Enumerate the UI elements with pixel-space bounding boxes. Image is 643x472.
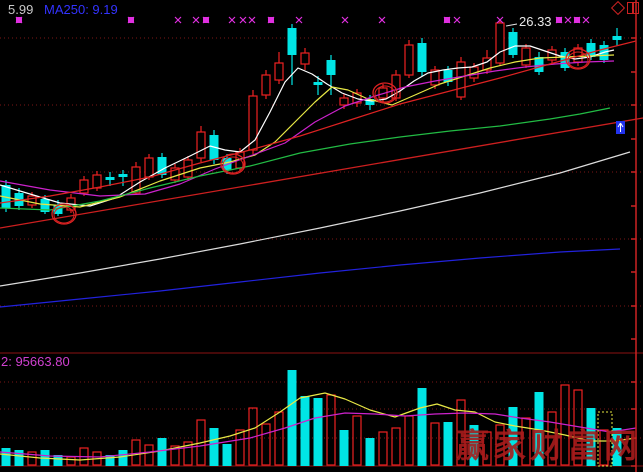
candle-body (80, 180, 88, 193)
volume-bar (210, 428, 219, 466)
volume-bar (15, 450, 24, 466)
signal-marker-icon (342, 17, 348, 23)
volume-bar (431, 423, 439, 465)
watermark-text: 赢家财富网 (456, 419, 641, 467)
ma-yellow-line (0, 55, 614, 207)
signal-marker-icon (454, 17, 460, 23)
candle-body (184, 160, 192, 177)
candle-body (301, 53, 309, 64)
volume-bar (444, 422, 453, 466)
candle-body (548, 50, 556, 60)
high-callout-label: 26.33 (519, 15, 552, 29)
volume-bar (132, 440, 140, 465)
volume-bar (327, 395, 335, 465)
candle-body (418, 43, 427, 72)
candle-body (613, 36, 622, 40)
volume-bar (405, 416, 413, 465)
signal-marker-icon (379, 17, 385, 23)
candle-body (145, 158, 153, 177)
candle-body (522, 48, 530, 65)
candle-body (314, 82, 323, 85)
signal-marker-icon (229, 17, 235, 23)
volume-bar (2, 448, 11, 466)
candle-body (197, 132, 205, 158)
volume-bar (314, 398, 323, 466)
volume-bar (340, 430, 349, 466)
signal-marker-icon (296, 17, 302, 23)
candle-body (262, 75, 270, 95)
signal-marker-icon (193, 17, 199, 23)
candle-body (106, 177, 115, 180)
ma250-label: MA250: 9.19 (44, 3, 118, 17)
ma-white-slow-line (0, 152, 630, 286)
volume-bar (288, 370, 297, 466)
candle-body (509, 32, 518, 55)
candle-body (405, 45, 413, 75)
candle-body (496, 23, 504, 63)
candle-body (587, 43, 596, 57)
ma-blue-line (0, 249, 620, 307)
volume-bar (119, 450, 128, 466)
highlight-circle (54, 207, 74, 223)
candle-body (119, 174, 128, 177)
candle-body (93, 175, 101, 188)
candlestick-volume-chart[interactable] (0, 0, 643, 472)
diamond-icon[interactable] (611, 1, 625, 15)
volume-bar (67, 457, 75, 465)
volume-indicator-label: 2: 95663.80 (1, 355, 70, 369)
signal-marker-icon (249, 17, 255, 23)
volume-bar (392, 428, 400, 465)
volume-bar (418, 388, 427, 466)
volume-bar (262, 424, 270, 465)
signal-marker-icon (583, 17, 589, 23)
callout-line (506, 24, 517, 26)
volume-bar (301, 396, 310, 466)
candle-body (275, 63, 283, 80)
volume-bar (223, 444, 232, 466)
stock-chart-window: 5.99 MA250: 9.19 26.33 2: 95663.80 赢家财富网 (0, 0, 643, 472)
candle-body (28, 196, 36, 205)
candle-body (340, 98, 348, 105)
volume-bar (366, 438, 375, 466)
candle-body (327, 60, 336, 75)
signal-marker-icon (175, 17, 181, 23)
candle-body (288, 28, 297, 55)
volume-bar (145, 445, 153, 465)
volume-bar (158, 438, 167, 466)
signal-marker-icon (240, 17, 246, 23)
window-boxes-icon[interactable] (627, 2, 639, 14)
signal-marker-icon (565, 17, 571, 23)
volume-bar (236, 430, 244, 465)
window-controls (613, 2, 639, 14)
volume-bar (353, 416, 361, 465)
price-label: 5.99 (8, 3, 33, 17)
volume-bar (379, 432, 387, 465)
